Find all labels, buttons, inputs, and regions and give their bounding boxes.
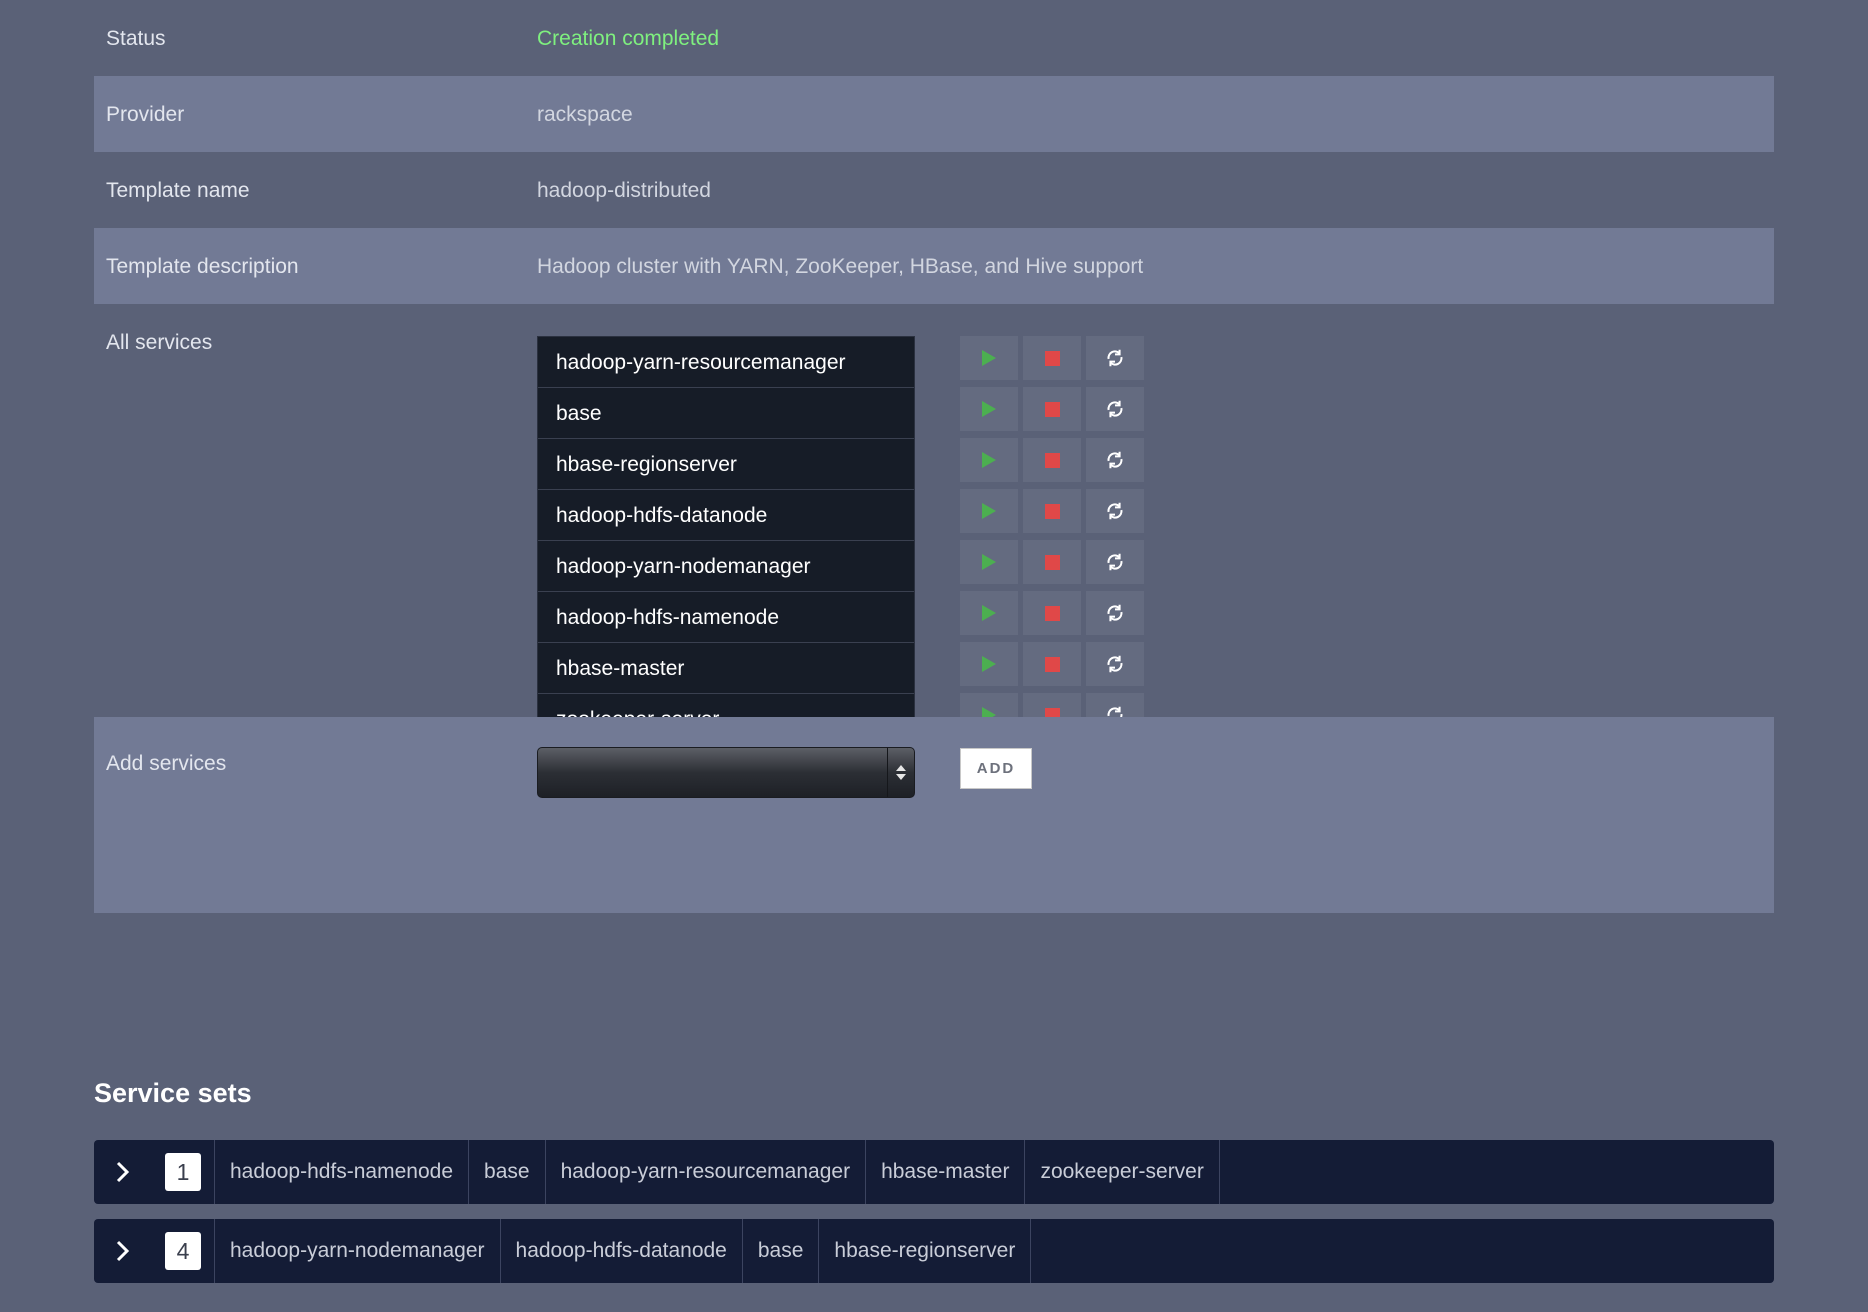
stop-icon bbox=[1044, 503, 1060, 519]
refresh-icon bbox=[1107, 502, 1123, 520]
service-controls bbox=[960, 336, 1144, 744]
set-service-chip: hbase-master bbox=[866, 1140, 1026, 1204]
refresh-icon bbox=[1107, 400, 1123, 418]
stop-service-button[interactable] bbox=[1023, 642, 1081, 686]
select-arrows-icon bbox=[887, 748, 914, 797]
play-icon bbox=[982, 503, 996, 519]
restart-service-button[interactable] bbox=[1086, 489, 1144, 533]
template-name-label: Template name bbox=[106, 179, 250, 202]
cluster-details-table: Status Creation completed Provider racks… bbox=[94, 0, 1774, 913]
set-service-chip: zookeeper-server bbox=[1025, 1140, 1220, 1204]
service-control-row bbox=[960, 336, 1144, 387]
stop-icon bbox=[1044, 605, 1060, 621]
start-service-button[interactable] bbox=[960, 591, 1018, 635]
template-description-label: Template description bbox=[106, 255, 299, 278]
stop-icon bbox=[1044, 554, 1060, 570]
restart-service-button[interactable] bbox=[1086, 591, 1144, 635]
service-control-row bbox=[960, 642, 1144, 693]
service-sets-title: Service sets bbox=[94, 1078, 252, 1108]
start-service-button[interactable] bbox=[960, 489, 1018, 533]
start-service-button[interactable] bbox=[960, 642, 1018, 686]
service-control-row bbox=[960, 540, 1144, 591]
restart-service-button[interactable] bbox=[1086, 540, 1144, 584]
status-row: Status Creation completed bbox=[94, 0, 1774, 76]
service-set-bar[interactable]: 4 hadoop-yarn-nodemanager hadoop-hdfs-da… bbox=[94, 1219, 1774, 1283]
service-item[interactable]: hadoop-yarn-nodemanager bbox=[538, 541, 914, 592]
service-control-row bbox=[960, 438, 1144, 489]
service-item[interactable]: hbase-regionserver bbox=[538, 439, 914, 490]
stop-service-button[interactable] bbox=[1023, 336, 1081, 380]
refresh-icon bbox=[1107, 604, 1123, 622]
status-value: Creation completed bbox=[537, 27, 720, 50]
add-services-label: Add services bbox=[106, 752, 227, 775]
set-service-chip: hadoop-hdfs-namenode bbox=[215, 1140, 470, 1204]
all-services-label: All services bbox=[106, 331, 213, 354]
set-service-chip: hbase-regionserver bbox=[819, 1219, 1032, 1283]
play-icon bbox=[982, 656, 996, 672]
template-name-value: hadoop-distributed bbox=[537, 179, 711, 202]
set-count-cell: 4 bbox=[152, 1219, 215, 1283]
set-service-chip: hadoop-yarn-resourcemanager bbox=[546, 1140, 867, 1204]
refresh-icon bbox=[1107, 451, 1123, 469]
set-service-chip: hadoop-yarn-nodemanager bbox=[215, 1219, 501, 1283]
restart-service-button[interactable] bbox=[1086, 642, 1144, 686]
set-service-chip: hadoop-hdfs-datanode bbox=[501, 1219, 743, 1283]
template-name-row: Template name hadoop-distributed bbox=[94, 152, 1774, 228]
set-count-cell: 1 bbox=[152, 1140, 215, 1204]
set-service-chip: base bbox=[743, 1219, 820, 1283]
status-label: Status bbox=[106, 27, 166, 50]
stop-service-button[interactable] bbox=[1023, 489, 1081, 533]
service-control-row bbox=[960, 387, 1144, 438]
stop-icon bbox=[1044, 350, 1060, 366]
expand-set-button[interactable] bbox=[94, 1140, 152, 1204]
all-services-row: All services hadoop-yarn-resourcemanager… bbox=[94, 304, 1774, 746]
stop-service-button[interactable] bbox=[1023, 387, 1081, 431]
service-control-row bbox=[960, 591, 1144, 642]
refresh-icon bbox=[1107, 553, 1123, 571]
play-icon bbox=[982, 401, 996, 417]
refresh-icon bbox=[1107, 349, 1123, 367]
set-count-badge: 1 bbox=[165, 1153, 201, 1191]
play-icon bbox=[982, 605, 996, 621]
service-item[interactable]: base bbox=[538, 388, 914, 439]
set-service-chip: base bbox=[469, 1140, 546, 1204]
stop-service-button[interactable] bbox=[1023, 438, 1081, 482]
restart-service-button[interactable] bbox=[1086, 336, 1144, 380]
play-icon bbox=[982, 350, 996, 366]
start-service-button[interactable] bbox=[960, 540, 1018, 584]
start-service-button[interactable] bbox=[960, 438, 1018, 482]
chevron-right-icon bbox=[116, 1240, 130, 1262]
service-control-row bbox=[960, 489, 1144, 540]
add-service-select[interactable] bbox=[537, 747, 915, 798]
play-icon bbox=[982, 452, 996, 468]
provider-label: Provider bbox=[106, 103, 185, 126]
stop-service-button[interactable] bbox=[1023, 591, 1081, 635]
services-list: hadoop-yarn-resourcemanager base hbase-r… bbox=[537, 336, 915, 746]
stop-service-button[interactable] bbox=[1023, 540, 1081, 584]
service-item[interactable]: hadoop-yarn-resourcemanager bbox=[538, 337, 914, 388]
template-description-value: Hadoop cluster with YARN, ZooKeeper, HBa… bbox=[537, 255, 1144, 278]
stop-icon bbox=[1044, 401, 1060, 417]
restart-service-button[interactable] bbox=[1086, 387, 1144, 431]
service-set-bar[interactable]: 1 hadoop-hdfs-namenode base hadoop-yarn-… bbox=[94, 1140, 1774, 1204]
template-description-row: Template description Hadoop cluster with… bbox=[94, 228, 1774, 304]
cluster-detail-page: Status Creation completed Provider racks… bbox=[0, 0, 1868, 1312]
set-count-badge: 4 bbox=[165, 1232, 201, 1270]
start-service-button[interactable] bbox=[960, 387, 1018, 431]
service-item[interactable]: hbase-master bbox=[538, 643, 914, 694]
restart-service-button[interactable] bbox=[1086, 438, 1144, 482]
provider-row: Provider rackspace bbox=[94, 76, 1774, 152]
provider-value: rackspace bbox=[537, 103, 633, 126]
stop-icon bbox=[1044, 452, 1060, 468]
start-service-button[interactable] bbox=[960, 336, 1018, 380]
play-icon bbox=[982, 554, 996, 570]
service-item[interactable]: hadoop-hdfs-datanode bbox=[538, 490, 914, 541]
stop-icon bbox=[1044, 656, 1060, 672]
expand-set-button[interactable] bbox=[94, 1219, 152, 1283]
chevron-right-icon bbox=[116, 1161, 130, 1183]
add-services-row: Add services ADD bbox=[94, 717, 1774, 913]
refresh-icon bbox=[1107, 655, 1123, 673]
service-item[interactable]: hadoop-hdfs-namenode bbox=[538, 592, 914, 643]
add-service-button[interactable]: ADD bbox=[960, 748, 1032, 789]
